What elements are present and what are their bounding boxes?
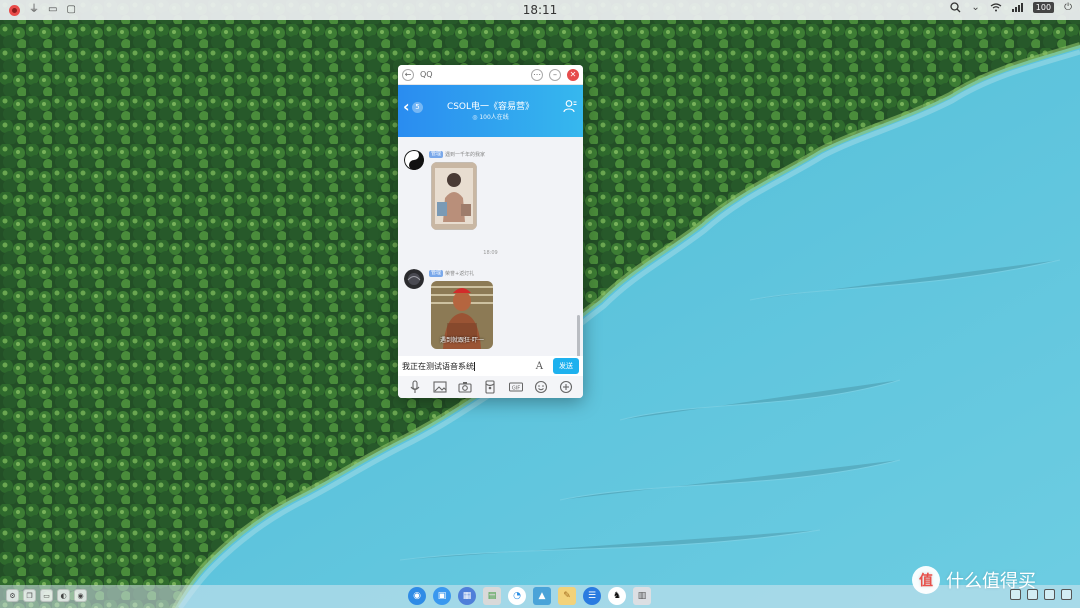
- svg-text:GIF: GIF: [512, 386, 520, 392]
- media-icon[interactable]: ◐: [57, 589, 70, 602]
- font-style-button[interactable]: A: [536, 361, 543, 372]
- browser-icon[interactable]: ◔: [508, 587, 526, 605]
- emoji-icon[interactable]: [534, 380, 548, 394]
- chat-header: ‹ 5 CSOL电一《容易营》 ◎ 100人在线: [398, 85, 583, 137]
- admin-badge: 管理: [429, 270, 444, 277]
- window-title: QQ: [420, 70, 433, 79]
- gif-icon[interactable]: GIF: [508, 380, 523, 394]
- record-icon[interactable]: ◉: [74, 589, 87, 602]
- tray-window-icon[interactable]: [1044, 589, 1055, 600]
- settings-icon[interactable]: ⚙: [6, 589, 19, 602]
- watermark-logo: 值: [912, 566, 940, 594]
- top-status-bar: ⏚ ▭ ▢ 18:11 ⌄ 100 ⏻: [0, 0, 1080, 20]
- message-image[interactable]: [431, 162, 477, 230]
- scrollbar[interactable]: [577, 315, 580, 357]
- plus-icon[interactable]: [559, 380, 573, 394]
- sender-name[interactable]: 遇到一千年的我家: [445, 151, 485, 158]
- system-monitor-icon[interactable]: ▤: [483, 587, 501, 605]
- group-members-icon[interactable]: [563, 99, 577, 113]
- send-button[interactable]: 发送: [553, 358, 579, 374]
- display-icon[interactable]: ▢: [66, 5, 75, 15]
- more-icon[interactable]: ⋯: [531, 68, 543, 81]
- usb-icon[interactable]: ⏚: [29, 5, 39, 15]
- message-image[interactable]: 遇到就跟狂·吓一: [431, 281, 493, 349]
- notes-icon[interactable]: ✎: [558, 587, 576, 605]
- collapse-icon[interactable]: ⌄: [971, 2, 979, 13]
- close-dot-icon[interactable]: [9, 4, 20, 16]
- text-caret: [474, 361, 475, 371]
- back-icon[interactable]: ←: [402, 68, 414, 81]
- wifi-icon[interactable]: [990, 3, 1002, 12]
- qq-icon[interactable]: ♞: [608, 587, 626, 605]
- mic-icon[interactable]: [408, 380, 422, 394]
- timestamp: 18:09: [483, 250, 498, 256]
- group-name: CSOL电一《容易营》: [446, 102, 535, 112]
- watermark-text: 什么值得买: [946, 571, 1036, 592]
- trash-icon[interactable]: ▥: [633, 587, 651, 605]
- signal-icon: [1011, 3, 1023, 12]
- qq-chat-window: ← QQ ⋯ – ✕ ‹ 5 CSOL电一《容易营》 ◎ 100人在线 管理 遇…: [398, 65, 583, 398]
- online-count: ◎ 100人在线: [472, 114, 509, 121]
- clock: 18:11: [522, 3, 558, 17]
- message-list[interactable]: 管理 遇到一千年的我家 18:09 管理 荣誉+返灯礼 遇到就跟狂·吓一: [398, 138, 583, 357]
- input-toolbar: GIF: [398, 376, 583, 398]
- admin-badge: 管理: [429, 151, 444, 158]
- photos-icon[interactable]: ▲: [533, 587, 551, 605]
- minimize-icon[interactable]: –: [549, 68, 561, 81]
- search-icon[interactable]: [950, 2, 961, 13]
- input-bar: 我正在测试语音系统 A 发送: [398, 356, 583, 376]
- red-packet-icon[interactable]: [483, 380, 497, 394]
- watermark: 值 什么值得买: [912, 566, 1036, 594]
- multitask-icon[interactable]: ▣: [433, 587, 451, 605]
- yin-yang-avatar[interactable]: [404, 150, 424, 170]
- sender-name[interactable]: 荣誉+返灯礼: [445, 270, 474, 277]
- message-input[interactable]: 我正在测试语音系统: [402, 361, 536, 372]
- desktop: ⏚ ▭ ▢ 18:11 ⌄ 100 ⏻ ← QQ ⋯ – ✕ ‹ 5 CSOL电…: [0, 0, 1080, 608]
- battery-icon: 100: [1032, 2, 1055, 13]
- image-icon[interactable]: [433, 380, 447, 394]
- message-input-text: 我正在测试语音系统: [402, 361, 474, 371]
- tray-window-icon[interactable]: [1061, 589, 1072, 600]
- dark-avatar[interactable]: [404, 269, 424, 289]
- screen-icon[interactable]: ▭: [40, 589, 53, 602]
- close-icon[interactable]: ✕: [567, 68, 579, 81]
- chat-icon[interactable]: ☰: [583, 587, 601, 605]
- window-titlebar[interactable]: ← QQ ⋯ – ✕: [398, 65, 583, 85]
- camera-icon[interactable]: [458, 380, 472, 394]
- image-caption: 遇到就跟狂·吓一: [440, 337, 484, 344]
- files-icon[interactable]: ▦: [458, 587, 476, 605]
- launcher-icon[interactable]: ◉: [408, 587, 426, 605]
- copy-icon[interactable]: ❐: [23, 589, 36, 602]
- cast-icon[interactable]: ▭: [48, 5, 57, 15]
- power-icon[interactable]: ⏻: [1064, 2, 1072, 13]
